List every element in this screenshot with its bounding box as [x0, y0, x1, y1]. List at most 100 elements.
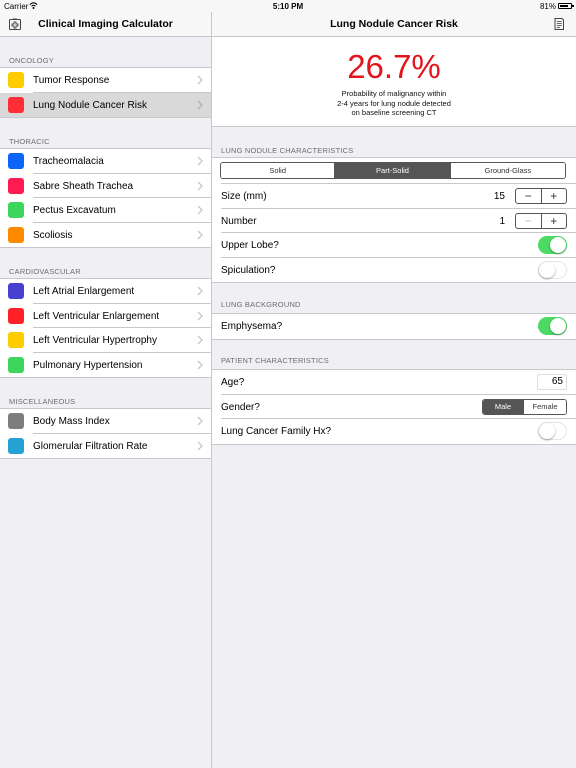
number-row: Number 1 − +: [212, 209, 576, 234]
chevron-right-icon: [197, 441, 203, 451]
result-description: Probability of malignancy within 2-4 yea…: [212, 89, 576, 118]
section-header-oncology: ONCOLOGY: [9, 56, 54, 65]
size-row: Size (mm) 15 − +: [212, 184, 576, 209]
background-group: Emphysema?: [212, 313, 576, 340]
spiculation-toggle[interactable]: [538, 260, 567, 279]
sidebar-item-pulmonary-hypertension[interactable]: Pulmonary Hypertension: [0, 352, 211, 378]
size-value: 15: [493, 191, 505, 202]
size-stepper: − +: [515, 188, 567, 204]
result-description-line: Probability of malignancy within: [341, 89, 447, 98]
sidebar-item-label: Body Mass Index: [33, 416, 110, 427]
sidebar-item-label: Pulmonary Hypertension: [33, 359, 143, 371]
left-ventricular-hypertrophy-color-icon: [8, 332, 24, 349]
chevron-right-icon: [197, 75, 203, 85]
segment-ground-glass[interactable]: Ground-Glass: [450, 163, 565, 178]
thoracic-group: Tracheomalacia Sabre Sheath Trachea Pect…: [0, 148, 211, 249]
emphysema-toggle[interactable]: [538, 317, 567, 335]
age-row: Age? 65: [212, 370, 576, 395]
number-decrement-button[interactable]: −: [516, 214, 541, 228]
sidebar-item-left-ventricular-hypertrophy[interactable]: Left Ventricular Hypertrophy: [0, 328, 211, 353]
segment-male[interactable]: Male: [483, 399, 525, 414]
size-decrement-button[interactable]: −: [516, 189, 541, 203]
chevron-right-icon: [197, 416, 203, 426]
segment-part-solid[interactable]: Part-Solid: [335, 163, 451, 178]
sidebar-item-pectus-excavatum[interactable]: Pectus Excavatum: [0, 198, 211, 223]
chevron-right-icon: [197, 230, 203, 240]
number-value: 1: [499, 215, 505, 227]
section-header-lung-background: LUNG BACKGROUND: [221, 300, 301, 309]
tumor-response-color-icon: [8, 72, 24, 88]
oncology-group: Tumor Response Lung Nodule Cancer Risk: [0, 67, 211, 119]
sabre-sheath-color-icon: [8, 177, 24, 194]
sidebar-item-label: Pectus Excavatum: [33, 205, 116, 217]
sidebar-item-label: Glomerular Filtration Rate: [33, 440, 148, 452]
family-history-row: Lung Cancer Family Hx?: [212, 419, 576, 444]
sidebar-item-label: Left Ventricular Enlargement: [33, 310, 160, 322]
clock: 5:10 PM: [272, 2, 304, 11]
spiculation-label: Spiculation?: [221, 264, 276, 276]
chevron-right-icon: [197, 156, 203, 166]
sidebar-nav-bar: Clinical Imaging Calculator: [0, 12, 211, 37]
gender-label: Gender?: [221, 401, 260, 413]
lung-nodule-color-icon: [8, 96, 24, 113]
sidebar-item-scoliosis[interactable]: Scoliosis: [0, 222, 211, 248]
status-bar: Carrier 5:10 PM 81%: [0, 0, 576, 12]
chevron-right-icon: [197, 360, 203, 370]
sidebar-item-label: Left Atrial Enlargement: [33, 286, 135, 297]
main-nav-bar: Lung Nodule Cancer Risk: [212, 12, 576, 37]
number-label: Number: [221, 215, 257, 227]
nodule-type-segmented-control: Solid Part-Solid Ground-Glass: [220, 162, 566, 179]
sidebar-item-label: Tumor Response: [33, 75, 110, 86]
pulmonary-hypertension-color-icon: [8, 356, 24, 373]
section-header-cardiovascular: CARDIOVASCULAR: [9, 267, 81, 276]
sidebar-item-tumor-response[interactable]: Tumor Response: [0, 68, 211, 93]
section-header-nodule: LUNG NODULE CHARACTERISTICS: [221, 146, 354, 155]
chevron-right-icon: [197, 311, 203, 321]
left-ventricular-enlargement-color-icon: [8, 307, 24, 324]
chevron-right-icon: [197, 181, 203, 191]
segment-female[interactable]: Female: [524, 399, 566, 414]
result-description-line: 2-4 years for lung nodule detected: [337, 98, 451, 108]
segment-solid[interactable]: Solid: [221, 163, 336, 178]
scoliosis-color-icon: [8, 226, 24, 243]
sidebar-item-label: Sabre Sheath Trachea: [33, 180, 134, 192]
sidebar-item-left-ventricular-enlargement[interactable]: Left Ventricular Enlargement: [0, 303, 211, 329]
result-panel: 26.7% Probability of malignancy within 2…: [212, 37, 576, 127]
tracheomalacia-color-icon: [8, 153, 24, 169]
chevron-right-icon: [197, 205, 203, 215]
pectus-excavatum-color-icon: [8, 202, 24, 219]
left-atrial-color-icon: [8, 283, 24, 299]
emphysema-label: Emphysema?: [221, 321, 283, 332]
sidebar-item-label: Lung Nodule Cancer Risk: [33, 99, 147, 111]
sidebar-item-tracheomalacia[interactable]: Tracheomalacia: [0, 149, 211, 174]
section-header-thoracic: THORACIC: [9, 137, 50, 146]
chevron-right-icon: [197, 100, 203, 110]
family-history-toggle[interactable]: [538, 422, 567, 441]
main-content: 26.7% Probability of malignancy within 2…: [212, 37, 576, 768]
glomerular-filtration-color-icon: [8, 437, 24, 454]
nodule-group: Solid Part-Solid Ground-Glass Size (mm) …: [212, 157, 576, 284]
upper-lobe-toggle[interactable]: [538, 236, 567, 255]
spiculation-row: Spiculation?: [212, 258, 576, 283]
sidebar-item-sabre-sheath-trachea[interactable]: Sabre Sheath Trachea: [0, 173, 211, 199]
notes-icon[interactable]: [552, 17, 566, 31]
age-input[interactable]: 65: [537, 374, 567, 390]
number-increment-button[interactable]: +: [542, 214, 567, 228]
sidebar-item-glomerular-filtration-rate[interactable]: Glomerular Filtration Rate: [0, 433, 211, 459]
sidebar-item-body-mass-index[interactable]: Body Mass Index: [0, 409, 211, 434]
miscellaneous-group: Body Mass Index Glomerular Filtration Ra…: [0, 408, 211, 460]
sidebar-item-label: Left Ventricular Hypertrophy: [33, 335, 157, 347]
sidebar: ONCOLOGY Tumor Response Lung Nodule Canc…: [0, 37, 211, 768]
sidebar-item-left-atrial-enlargement[interactable]: Left Atrial Enlargement: [0, 279, 211, 304]
sidebar-item-label: Tracheomalacia: [33, 156, 104, 167]
malignancy-probability: 26.7%: [347, 48, 441, 85]
sidebar-item-lung-nodule-cancer-risk[interactable]: Lung Nodule Cancer Risk: [0, 92, 211, 118]
patient-group: Age? 65 Gender? Male Female Lung Cancer …: [212, 369, 576, 445]
size-increment-button[interactable]: +: [542, 189, 567, 203]
nodule-type-row: Solid Part-Solid Ground-Glass: [212, 158, 576, 184]
number-stepper: − +: [515, 212, 567, 229]
battery-icon: [558, 3, 574, 9]
sidebar-item-label: Scoliosis: [33, 229, 73, 241]
size-label: Size (mm): [221, 191, 267, 202]
age-label: Age?: [221, 377, 245, 388]
